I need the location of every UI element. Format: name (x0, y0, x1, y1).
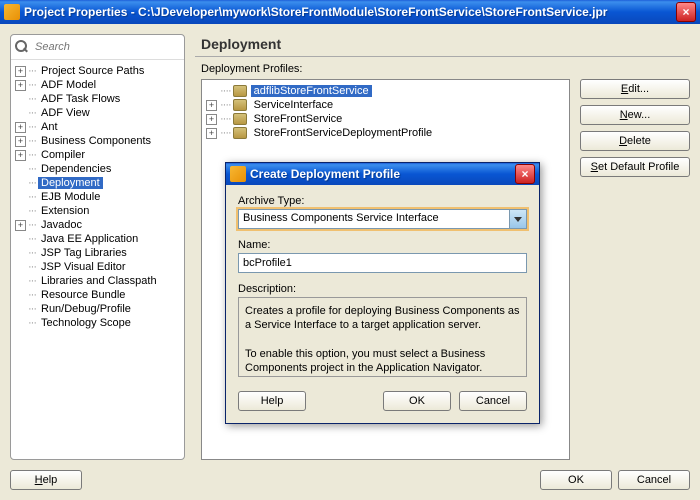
tree-item-label: JSP Visual Editor (38, 261, 129, 273)
archive-type-label: Archive Type: (238, 195, 527, 207)
dialog-cancel-button[interactable]: Cancel (459, 391, 527, 411)
delete-button[interactable]: Delete (580, 131, 690, 151)
tree-item-label: Javadoc (38, 219, 85, 231)
tree-item-label: ADF Model (38, 79, 99, 91)
profile-label: ServiceInterface (251, 99, 336, 111)
profile-item[interactable]: +····StoreFrontServiceDeploymentProfile (206, 126, 565, 140)
help-button[interactable]: Help (10, 470, 82, 490)
profiles-label: Deployment Profiles: (195, 63, 690, 79)
tree-item-label: EJB Module (38, 191, 103, 203)
create-deployment-profile-dialog: Create Deployment Profile × Archive Type… (225, 162, 540, 424)
expand-icon[interactable]: + (206, 100, 217, 111)
tree-item-label: JSP Tag Libraries (38, 247, 130, 259)
tree-item[interactable]: ···Deployment (13, 176, 182, 190)
tree-item-label: Project Source Paths (38, 65, 147, 77)
archive-icon (233, 113, 247, 125)
tree-item[interactable]: ···Dependencies (13, 162, 182, 176)
name-label: Name: (238, 239, 527, 251)
dialog-ok-button[interactable]: OK (383, 391, 451, 411)
description-text: Creates a profile for deploying Business… (238, 297, 527, 377)
tree-item-label: Deployment (38, 177, 103, 189)
expand-icon[interactable]: + (15, 122, 26, 133)
tree-item[interactable]: ···Resource Bundle (13, 288, 182, 302)
tree-item[interactable]: +···Project Source Paths (13, 64, 182, 78)
expand-icon[interactable]: + (206, 128, 217, 139)
tree-item[interactable]: ···Run/Debug/Profile (13, 302, 182, 316)
tree-item-label: Business Components (38, 135, 154, 147)
ok-button[interactable]: OK (540, 470, 612, 490)
tree-item[interactable]: +···ADF Model (13, 78, 182, 92)
tree-item[interactable]: +···Ant (13, 120, 182, 134)
tree-item[interactable]: ···Extension (13, 204, 182, 218)
profile-item[interactable]: +····ServiceInterface (206, 98, 565, 112)
tree-item-label: Technology Scope (38, 317, 134, 329)
profile-label: StoreFrontService (251, 113, 346, 125)
dialog-help-button[interactable]: Help (238, 391, 306, 411)
tree-item-label: Run/Debug/Profile (38, 303, 134, 315)
search-icon (15, 39, 31, 55)
description-label: Description: (238, 283, 527, 295)
archive-icon (233, 127, 247, 139)
chevron-down-icon[interactable] (509, 210, 526, 228)
dialog-title: Create Deployment Profile (250, 167, 515, 181)
category-tree-panel: +···Project Source Paths+···ADF Model···… (10, 34, 185, 460)
archive-type-combo[interactable]: Business Components Service Interface (238, 209, 527, 229)
tree-item-label: Ant (38, 121, 61, 133)
window-close-button[interactable]: × (676, 2, 696, 22)
archive-type-value: Business Components Service Interface (239, 210, 509, 228)
tree-item[interactable]: ···ADF View (13, 106, 182, 120)
profile-item[interactable]: +····StoreFrontService (206, 112, 565, 126)
tree-item-label: Compiler (38, 149, 88, 161)
tree-item[interactable]: ···JSP Visual Editor (13, 260, 182, 274)
app-icon (4, 4, 20, 20)
expand-icon[interactable]: + (15, 150, 26, 161)
new-button[interactable]: New... (580, 105, 690, 125)
window-title: Project Properties - C:\JDeveloper\mywor… (24, 5, 676, 19)
tree-item[interactable]: ···JSP Tag Libraries (13, 246, 182, 260)
tree-item-label: Dependencies (38, 163, 114, 175)
search-row (11, 35, 184, 60)
tree-item-label: ADF Task Flows (38, 93, 123, 105)
cancel-button[interactable]: Cancel (618, 470, 690, 490)
search-input[interactable] (35, 41, 180, 53)
archive-icon (233, 85, 247, 97)
page-title: Deployment (195, 34, 690, 54)
tree-item[interactable]: +···Compiler (13, 148, 182, 162)
category-tree[interactable]: +···Project Source Paths+···ADF Model···… (11, 60, 184, 459)
dialog-icon (230, 166, 246, 182)
set-default-profile-button[interactable]: Set Default Profile (580, 157, 690, 177)
tree-item-label: Extension (38, 205, 92, 217)
tree-item[interactable]: +···Business Components (13, 134, 182, 148)
expand-icon[interactable]: + (15, 136, 26, 147)
name-input[interactable] (238, 253, 527, 273)
tree-item[interactable]: ···Libraries and Classpath (13, 274, 182, 288)
edit-button[interactable]: Edit... (580, 79, 690, 99)
tree-item-label: Libraries and Classpath (38, 275, 160, 287)
tree-item-label: Java EE Application (38, 233, 141, 245)
expand-icon[interactable]: + (15, 220, 26, 231)
expand-icon[interactable]: + (15, 66, 26, 77)
tree-item[interactable]: ···ADF Task Flows (13, 92, 182, 106)
tree-item[interactable]: +···Javadoc (13, 218, 182, 232)
window-titlebar: Project Properties - C:\JDeveloper\mywor… (0, 0, 700, 24)
profile-label: StoreFrontServiceDeploymentProfile (251, 127, 436, 139)
expand-icon[interactable]: + (15, 80, 26, 91)
tree-item[interactable]: ···Technology Scope (13, 316, 182, 330)
tree-item[interactable]: ···EJB Module (13, 190, 182, 204)
dialog-close-button[interactable]: × (515, 164, 535, 184)
profile-label: adflibStoreFrontService (251, 85, 372, 97)
archive-icon (233, 99, 247, 111)
profile-item[interactable]: ····adflibStoreFrontService (206, 84, 565, 98)
expand-icon[interactable]: + (206, 114, 217, 125)
tree-item[interactable]: ···Java EE Application (13, 232, 182, 246)
tree-item-label: ADF View (38, 107, 93, 119)
tree-item-label: Resource Bundle (38, 289, 128, 301)
